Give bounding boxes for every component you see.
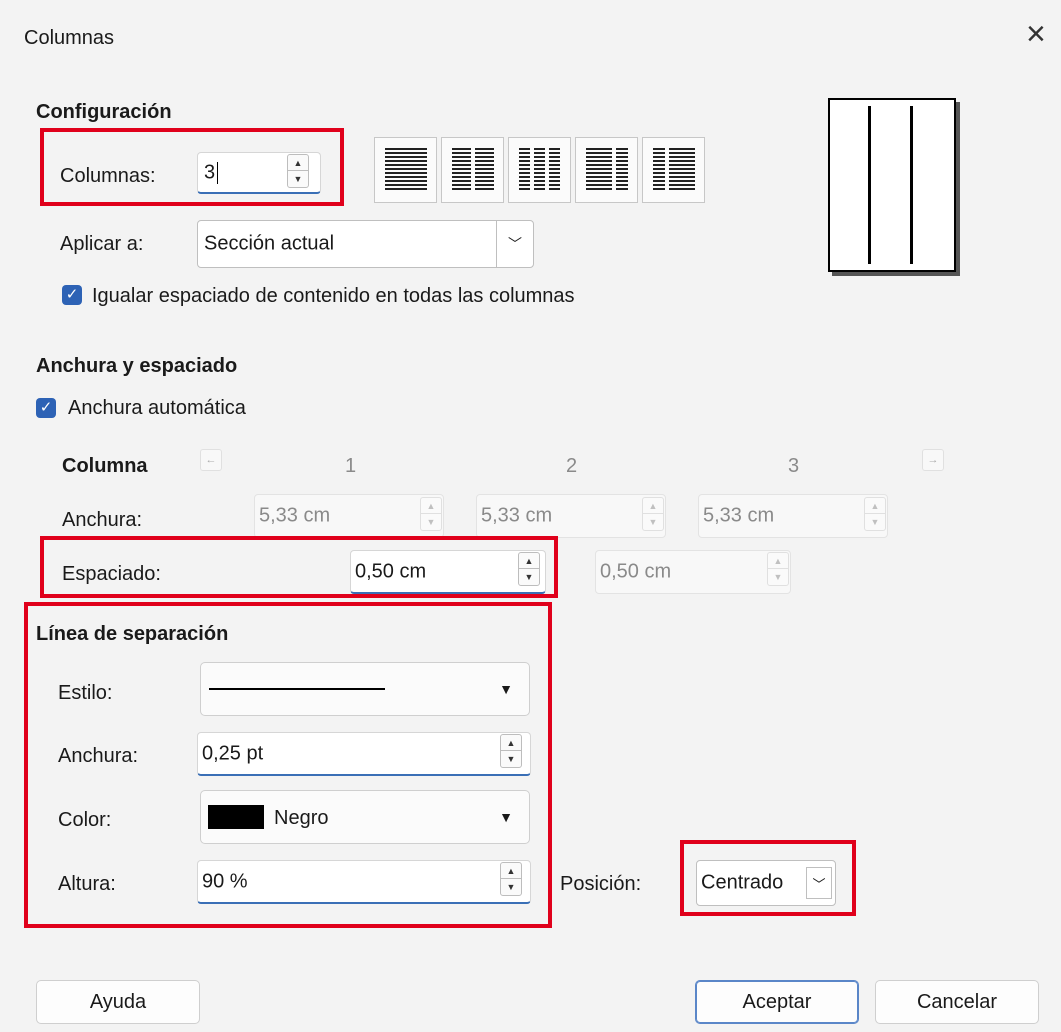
arrow-left-icon[interactable]: ← (200, 449, 222, 471)
apply-select[interactable]: Sección actual ﹀ (197, 220, 534, 268)
preset-left-large[interactable] (575, 137, 638, 203)
apply-label: Aplicar a: (60, 233, 144, 255)
preset-two-columns[interactable] (441, 137, 504, 203)
apply-value: Sección actual (204, 232, 335, 255)
line-width-stepper[interactable]: ▲ ▼ (500, 734, 522, 768)
line-width-input[interactable]: 0,25 pt (197, 732, 531, 776)
three-columns-preset-icon (519, 148, 560, 192)
column-width-3-stepper: ▲ ▼ (864, 497, 886, 531)
column-width-1-stepper: ▲ ▼ (420, 497, 442, 531)
ok-button[interactable]: Aceptar (695, 980, 859, 1024)
preset-one-column[interactable] (374, 137, 437, 203)
even-spacing-label: Igualar espaciado de contenido en todas … (92, 285, 575, 307)
position-value: Centrado (701, 871, 784, 894)
column-label: Columna (62, 455, 148, 477)
column-width-label: Anchura: (62, 509, 143, 531)
one-column-preset-icon (384, 148, 427, 192)
spacing-1-stepper[interactable]: ▲ ▼ (518, 552, 540, 586)
columns-value: 3 (204, 161, 216, 183)
dropdown-arrow-icon: ▼ (499, 809, 513, 825)
column-width-2-stepper: ▲ ▼ (642, 497, 664, 531)
color-swatch (208, 805, 264, 829)
text-cursor (217, 162, 218, 184)
stepper-up-icon[interactable]: ▲ (288, 155, 308, 171)
chevron-down-icon[interactable]: ﹀ (806, 867, 832, 899)
preset-three-columns[interactable] (508, 137, 571, 203)
position-label: Posición: (560, 873, 642, 895)
col-number-2: 2 (566, 455, 578, 477)
dialog-title: Columnas (24, 27, 115, 49)
right-large-preset-icon (652, 148, 695, 192)
even-spacing-checkbox[interactable]: ✓ (62, 285, 82, 305)
left-large-preset-icon (585, 148, 628, 192)
columns-stepper[interactable]: ▲ ▼ (287, 154, 309, 188)
two-columns-preset-icon (451, 148, 494, 192)
close-icon[interactable]: × (1026, 16, 1046, 52)
columns-label: Columnas: (60, 165, 156, 187)
line-color-select[interactable]: Negro ▼ (200, 790, 530, 844)
width-spacing-heading: Anchura y espaciado (36, 355, 238, 377)
column-width-2: 5,33 cm (476, 494, 666, 538)
col-number-3: 3 (788, 455, 800, 477)
spacing-input-1[interactable]: 0,50 cm (350, 550, 546, 594)
col-number-1: 1 (345, 455, 357, 477)
chevron-down-icon[interactable]: ﹀ (496, 221, 533, 267)
spacing-2-stepper: ▲ ▼ (767, 552, 789, 586)
auto-width-label: Anchura automática (68, 397, 246, 419)
help-button[interactable]: Ayuda (36, 980, 200, 1024)
dropdown-arrow-icon: ▼ (499, 681, 513, 697)
color-value: Negro (274, 807, 329, 829)
separator-heading: Línea de separación (36, 623, 229, 645)
solid-line-preview (209, 688, 385, 690)
preset-right-large[interactable] (642, 137, 705, 203)
column-width-1: 5,33 cm (254, 494, 444, 538)
height-label: Altura: (58, 873, 116, 895)
line-width-label: Anchura: (58, 745, 139, 767)
column-preview (828, 98, 962, 278)
auto-width-checkbox[interactable]: ✓ (36, 398, 56, 418)
style-label: Estilo: (58, 682, 113, 704)
color-label: Color: (58, 809, 112, 831)
column-width-3: 5,33 cm (698, 494, 888, 538)
arrow-right-icon[interactable]: → (922, 449, 944, 471)
line-height-input[interactable]: 90 % (197, 860, 531, 904)
cancel-button[interactable]: Cancelar (875, 980, 1039, 1024)
stepper-down-icon[interactable]: ▼ (288, 171, 308, 187)
line-height-stepper[interactable]: ▲ ▼ (500, 862, 522, 896)
spacing-input-2: 0,50 cm (595, 550, 791, 594)
config-heading: Configuración (36, 101, 172, 123)
position-select[interactable]: Centrado ﹀ (696, 860, 836, 906)
spacing-label: Espaciado: (62, 563, 161, 585)
line-style-select[interactable]: ▼ (200, 662, 530, 716)
